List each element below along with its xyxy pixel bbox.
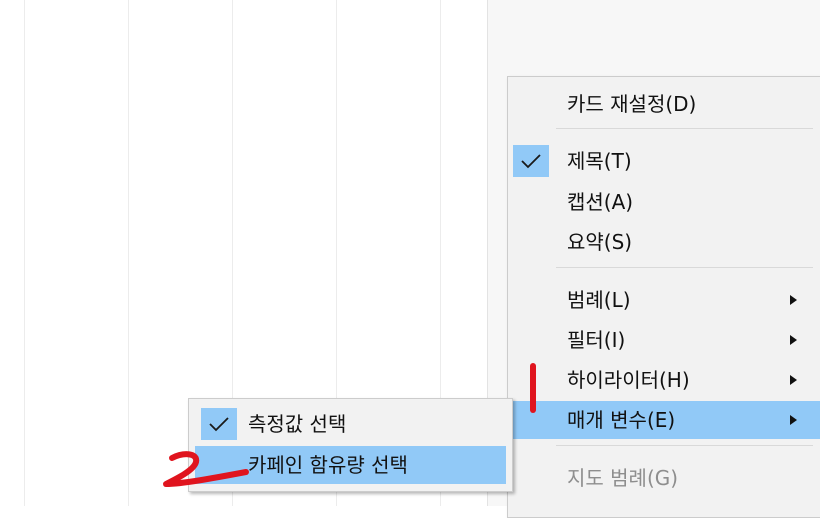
menu-separator bbox=[556, 445, 813, 446]
menu-item-label: 캡션(A) bbox=[567, 190, 634, 214]
grid-line bbox=[128, 0, 129, 506]
menu-item-filter[interactable]: 필터(I) bbox=[508, 321, 820, 359]
menu-item-highlighter[interactable]: 하이라이터(H) bbox=[508, 361, 820, 399]
parameters-submenu: 측정값 선택 카페인 함유량 선택 bbox=[188, 398, 513, 492]
menu-item-summary[interactable]: 요약(S) bbox=[508, 223, 820, 261]
menu-item-label: 카드 재설정(D) bbox=[567, 92, 697, 116]
menu-item-legend[interactable]: 범례(L) bbox=[508, 281, 820, 319]
submenu-item-label: 카페인 함유량 선택 bbox=[248, 453, 408, 477]
submenu-item-label: 측정값 선택 bbox=[248, 412, 347, 436]
menu-item-label: 하이라이터(H) bbox=[567, 368, 690, 392]
menu-item-label: 범례(L) bbox=[567, 288, 631, 312]
submenu-item-select-measure[interactable]: 측정값 선택 bbox=[195, 405, 506, 443]
menu-separator bbox=[556, 128, 813, 129]
submenu-arrow-icon bbox=[790, 375, 797, 385]
menu-item-label: 제목(T) bbox=[567, 149, 632, 173]
context-menu: 카드 재설정(D) 제목(T) 캡션(A) 요약(S) 범례(L) 필터(I) … bbox=[507, 76, 820, 518]
menu-item-caption[interactable]: 캡션(A) bbox=[508, 183, 820, 221]
submenu-item-select-caffeine[interactable]: 카페인 함유량 선택 bbox=[195, 446, 506, 484]
submenu-arrow-icon bbox=[790, 415, 797, 425]
menu-item-label: 요약(S) bbox=[567, 230, 633, 254]
menu-separator bbox=[556, 267, 813, 268]
menu-item-parameters[interactable]: 매개 변수(E) bbox=[508, 401, 820, 439]
grid-line bbox=[24, 0, 25, 506]
menu-item-label: 매개 변수(E) bbox=[567, 408, 676, 432]
check-icon bbox=[513, 145, 549, 177]
menu-item-reset-card[interactable]: 카드 재설정(D) bbox=[508, 85, 820, 123]
submenu-arrow-icon bbox=[790, 295, 797, 305]
check-icon bbox=[201, 408, 237, 440]
menu-item-label: 지도 범례(G) bbox=[567, 466, 679, 490]
submenu-arrow-icon bbox=[790, 335, 797, 345]
menu-item-map-legend[interactable]: 지도 범례(G) bbox=[508, 459, 820, 497]
menu-item-label: 필터(I) bbox=[567, 328, 626, 352]
menu-item-title[interactable]: 제목(T) bbox=[508, 142, 820, 180]
